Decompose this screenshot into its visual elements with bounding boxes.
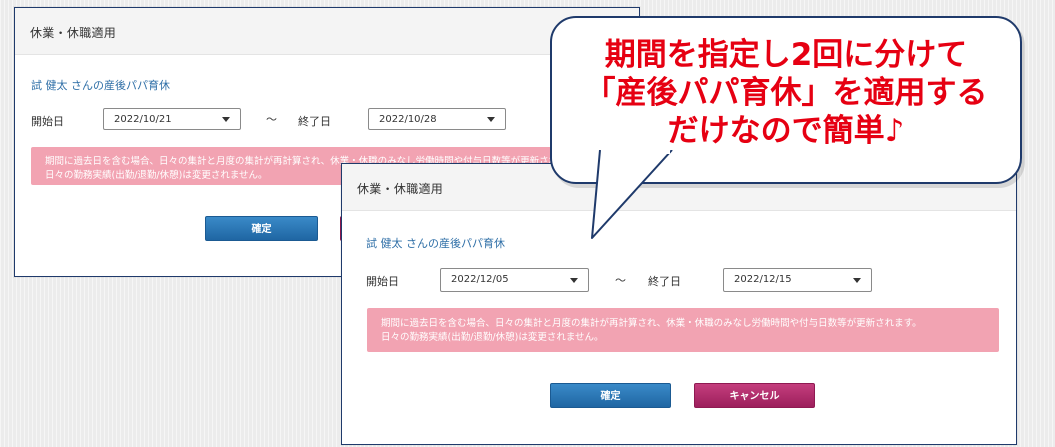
dialog-back-start-label: 開始日 bbox=[31, 115, 64, 128]
dialog-front-warning-line2: 日々の勤務実績(出勤/退勤/休憩)は変更されません。 bbox=[381, 332, 604, 343]
dialog-back-end-label: 終了日 bbox=[298, 115, 331, 128]
dialog-front-warning-line1: 期間に過去日を含む場合、日々の集計と月度の集計が再計算され、休業・休職のみなし労… bbox=[381, 318, 922, 329]
callout-line-1: 期間を指定し2回に分けて bbox=[604, 37, 968, 73]
dialog-back-start-date-select[interactable]: 2022/10/21 bbox=[103, 108, 241, 130]
dialog-back-name-line: 試 健太 さんの産後パパ育休 bbox=[31, 79, 170, 92]
dialog-front-end-date-value: 2022/12/15 bbox=[734, 274, 792, 285]
dialog-back-end-date-select[interactable]: 2022/10/28 bbox=[368, 108, 506, 130]
dialog-back-title: 休業・休職適用 bbox=[15, 8, 639, 55]
chevron-down-icon bbox=[570, 278, 578, 283]
dialog-front-end-label: 終了日 bbox=[648, 275, 681, 288]
dialog-back-ok-button[interactable]: 確定 bbox=[205, 216, 318, 241]
dialog-back-end-date-value: 2022/10/28 bbox=[379, 114, 437, 125]
dialog-front-tilde: 〜 bbox=[615, 274, 626, 287]
dialog-front-start-label: 開始日 bbox=[366, 275, 399, 288]
dialog-front-warning: 期間に過去日を含む場合、日々の集計と月度の集計が再計算され、休業・休職のみなし労… bbox=[367, 308, 999, 352]
dialog-front-ok-button[interactable]: 確定 bbox=[550, 383, 671, 408]
dialog-front-cancel-button[interactable]: キャンセル bbox=[694, 383, 815, 408]
callout-tail bbox=[591, 150, 673, 239]
dialog-front-end-date-select[interactable]: 2022/12/15 bbox=[723, 268, 872, 292]
callout-line-3: だけなので簡単♪ bbox=[667, 113, 905, 149]
dialog-back-tilde: 〜 bbox=[266, 113, 277, 126]
dialog-back-start-date-value: 2022/10/21 bbox=[114, 114, 172, 125]
chevron-down-icon bbox=[487, 117, 495, 122]
callout-line-2: 「産後パパ育休」を適用する bbox=[584, 75, 988, 111]
chevron-down-icon bbox=[222, 117, 230, 122]
chevron-down-icon bbox=[853, 278, 861, 283]
dialog-front-start-date-value: 2022/12/05 bbox=[451, 274, 509, 285]
dialog-front-name-line: 試 健太 さんの産後パパ育休 bbox=[366, 237, 505, 250]
dialog-front-start-date-select[interactable]: 2022/12/05 bbox=[440, 268, 589, 292]
